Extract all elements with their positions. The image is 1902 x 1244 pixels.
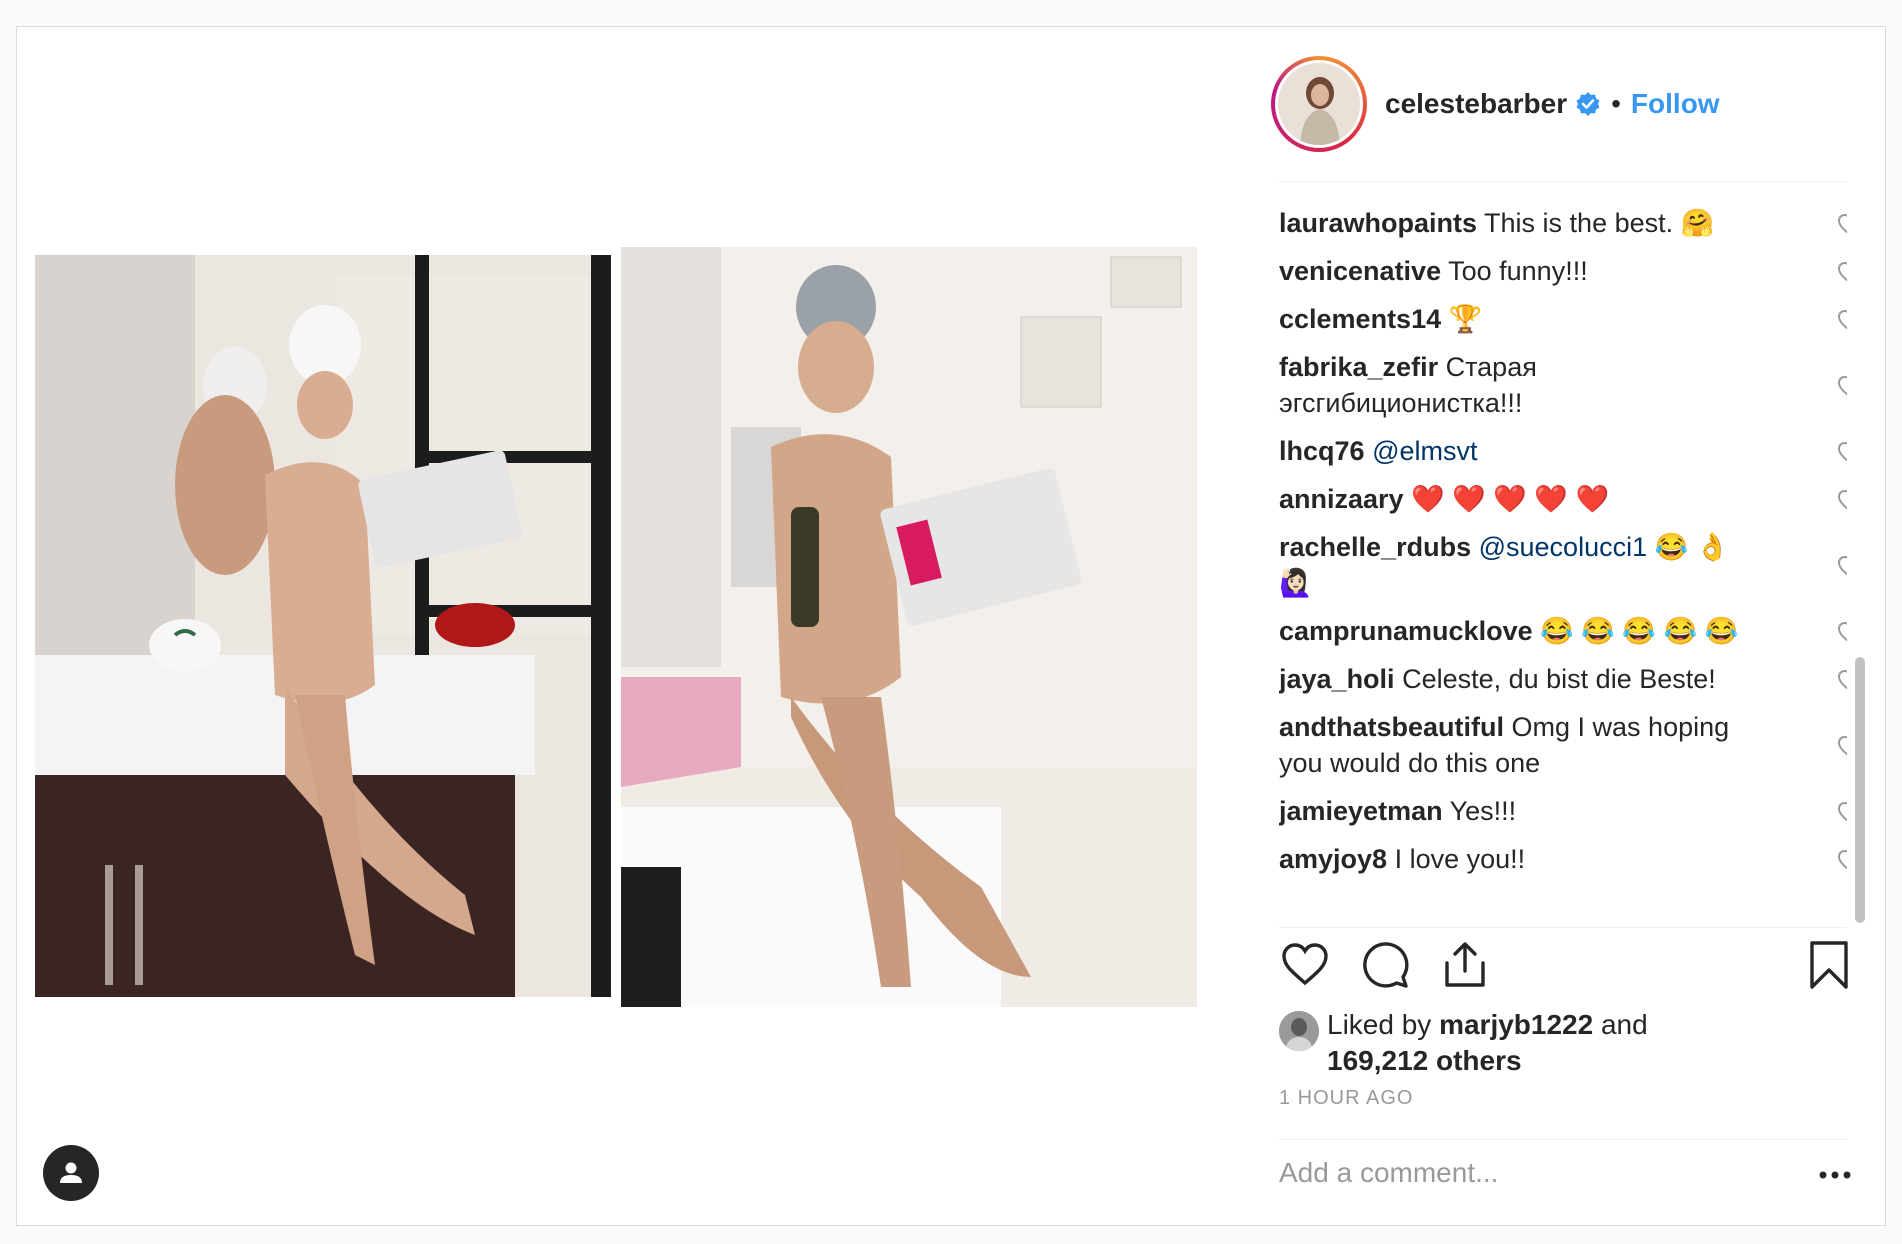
liker-username[interactable]: marjyb1222 (1439, 1009, 1593, 1040)
comment-author[interactable]: andthatsbeautiful (1279, 712, 1504, 742)
comment-text-line2: you would do this one (1279, 748, 1541, 778)
comment-like-heart-icon[interactable] (1837, 735, 1847, 759)
comment-like-heart-icon[interactable] (1837, 555, 1847, 579)
comment-author[interactable]: camprunamucklove (1279, 616, 1533, 646)
comment-text: 😂 👌 (1654, 532, 1730, 562)
comments-list[interactable]: laurawhopaints This is the best. 🤗 venic… (1279, 181, 1847, 925)
comments-divider (1279, 927, 1847, 928)
comment-author[interactable]: jamieyetman (1279, 796, 1443, 826)
comment-like-heart-icon[interactable] (1837, 801, 1847, 825)
username-link[interactable]: celestebarber (1385, 88, 1567, 120)
comment-like-heart-icon[interactable] (1837, 489, 1847, 513)
liker-avatar[interactable] (1279, 1011, 1319, 1051)
separator-dot: • (1611, 88, 1621, 119)
comment-author[interactable]: venicenative (1279, 256, 1441, 286)
verified-icon (1576, 92, 1600, 116)
comment-author[interactable]: cclements14 (1279, 304, 1441, 334)
footer-divider (1279, 1139, 1847, 1140)
comment-item: annizaary ❤️ ❤️ ❤️ ❤️ ❤️ (1279, 481, 1799, 517)
comment-item: andthatsbeautiful Omg I was hoping you w… (1279, 709, 1799, 781)
comment-item: cclements14 🏆 (1279, 301, 1799, 337)
post-header: celestebarber • Follow (1239, 27, 1885, 181)
photo-left-image (35, 255, 611, 997)
comments-scrollbar-thumb[interactable] (1855, 657, 1865, 923)
follow-button[interactable]: Follow (1631, 88, 1720, 120)
comment-text: I love you!! (1394, 844, 1526, 874)
comment-like-heart-icon[interactable] (1837, 849, 1847, 873)
share-icon[interactable] (1439, 939, 1491, 991)
post-card: celestebarber • Follow laurawhopaints Th… (16, 26, 1886, 1226)
comment-item: rachelle_rdubs @suecolucci1 😂 👌 🙋🏻‍♀️ (1279, 529, 1799, 601)
comment-text: Celeste, du bist die Beste! (1402, 664, 1716, 694)
comment-like-heart-icon[interactable] (1837, 669, 1847, 693)
post-timestamp[interactable]: 1 HOUR AGO (1279, 1087, 1413, 1110)
comment-item: venicenative Too funny!!! (1279, 253, 1799, 289)
comment-author[interactable]: jaya_holi (1279, 664, 1395, 694)
user-tags-button[interactable] (43, 1145, 99, 1201)
comment-mention[interactable]: @elmsvt (1372, 436, 1477, 466)
avatar-image (1278, 63, 1360, 145)
comment-item: jaya_holi Celeste, du bist die Beste! (1279, 661, 1799, 697)
comment-like-heart-icon[interactable] (1837, 441, 1847, 465)
comment-item: amyjoy8 I love you!! (1279, 841, 1799, 877)
comment-text: ❤️ ❤️ ❤️ ❤️ ❤️ (1411, 484, 1610, 514)
comment-mention[interactable]: @suecolucci1 (1479, 532, 1648, 562)
photo-right (621, 247, 1197, 1007)
like-heart-icon[interactable] (1279, 939, 1331, 991)
comment-item: jamieyetman Yes!!! (1279, 793, 1799, 829)
comment-like-heart-icon[interactable] (1837, 375, 1847, 399)
comment-text: 😂 😂 😂 😂 😂 (1540, 616, 1739, 646)
user-tag-icon (60, 1162, 82, 1183)
photo-right-image (621, 247, 1197, 1007)
post-media[interactable] (17, 27, 1239, 1225)
comment-author[interactable]: lhcq76 (1279, 436, 1365, 466)
likes-others-count[interactable]: 169,212 others (1327, 1045, 1522, 1076)
avatar[interactable] (1271, 56, 1367, 152)
comment-like-heart-icon[interactable] (1837, 261, 1847, 285)
comment-author[interactable]: amyjoy8 (1279, 844, 1387, 874)
bookmark-icon[interactable] (1803, 939, 1855, 991)
comment-author[interactable]: rachelle_rdubs (1279, 532, 1471, 562)
comment-like-heart-icon[interactable] (1837, 621, 1847, 645)
comment-text: Старая (1445, 352, 1537, 382)
more-options-icon[interactable] (1815, 1163, 1855, 1187)
comment-icon[interactable] (1359, 939, 1411, 991)
comment-item: fabrika_zefir Старая эгсгибиционистка!!! (1279, 349, 1799, 421)
photo-left (35, 255, 611, 997)
comment-item: camprunamucklove 😂 😂 😂 😂 😂 (1279, 613, 1799, 649)
comment-author[interactable]: fabrika_zefir (1279, 352, 1438, 382)
likes-and: and (1600, 1009, 1648, 1040)
comment-like-heart-icon[interactable] (1837, 213, 1847, 237)
comment-author[interactable]: laurawhopaints (1279, 208, 1477, 238)
post-actions (1279, 931, 1848, 995)
comment-item: laurawhopaints This is the best. 🤗 (1279, 205, 1799, 241)
comment-like-heart-icon[interactable] (1837, 309, 1847, 333)
likes-prefix: Liked by (1327, 1009, 1432, 1040)
post-sidebar: celestebarber • Follow laurawhopaints Th… (1239, 27, 1885, 1225)
comment-text-line2: 🙋🏻‍♀️ (1279, 568, 1313, 598)
comment-text: Yes!!! (1449, 796, 1517, 826)
comment-text: 🏆 (1448, 304, 1483, 334)
comment-text: This is the best. 🤗 (1484, 208, 1715, 238)
comments-scrollbar[interactable] (1851, 181, 1865, 925)
comment-text-line2: эгсгибиционистка!!! (1279, 388, 1523, 418)
comment-text: Too funny!!! (1448, 256, 1588, 286)
add-comment-input[interactable]: Add a comment... (1279, 1157, 1759, 1189)
comment-author[interactable]: annizaary (1279, 484, 1404, 514)
comment-text: Omg I was hoping (1511, 712, 1730, 742)
comment-item: lhcq76 @elmsvt (1279, 433, 1799, 469)
